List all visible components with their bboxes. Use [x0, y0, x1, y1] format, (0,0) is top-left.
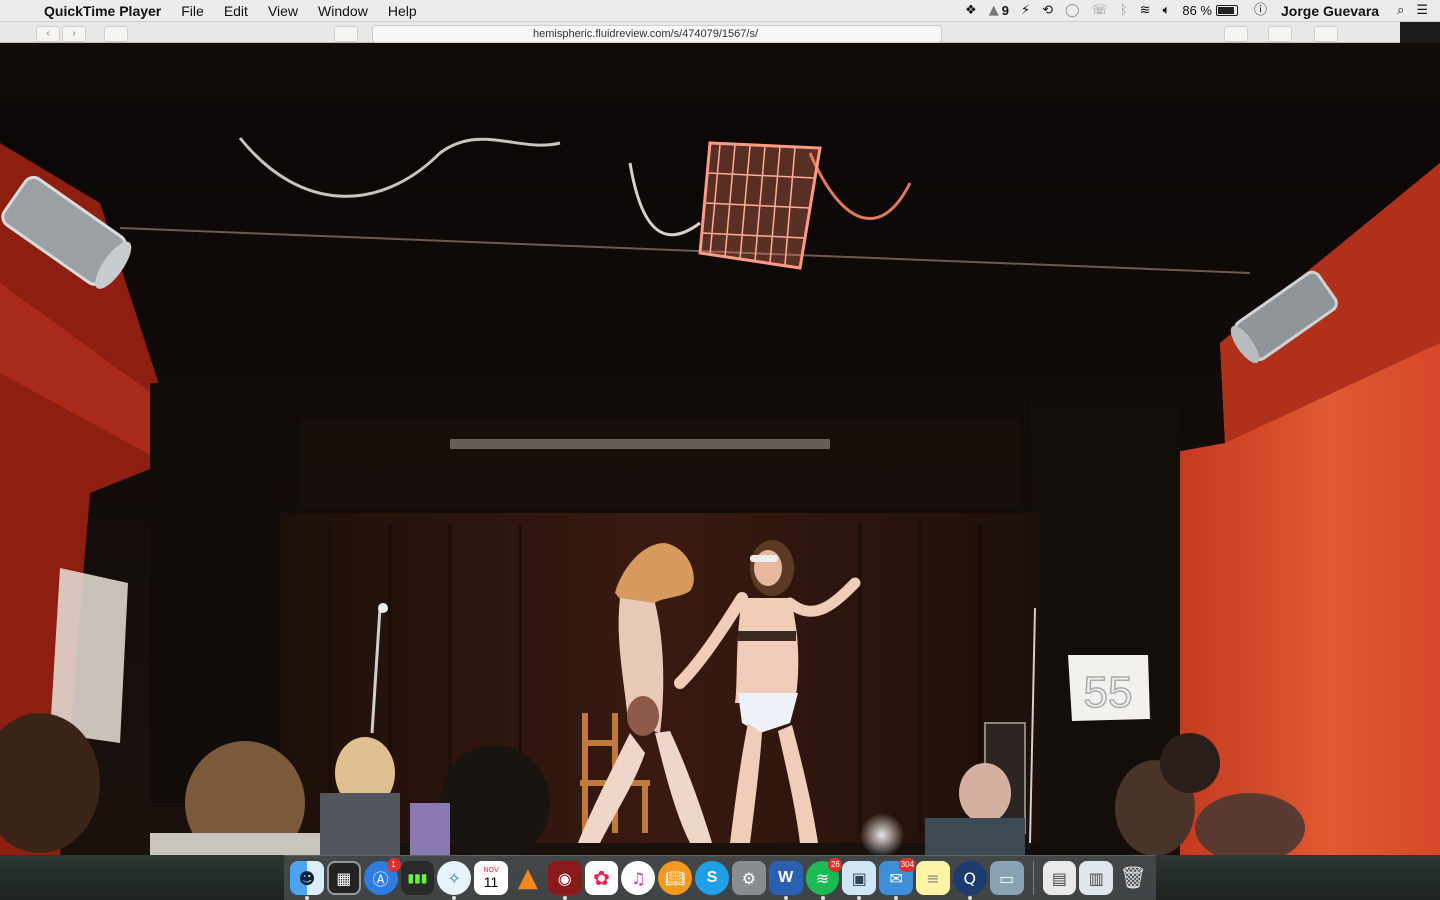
back-button[interactable]: ‹	[36, 26, 60, 42]
spotify-badge: 26	[828, 858, 843, 872]
menu-edit[interactable]: Edit	[214, 0, 258, 22]
privacy-icon[interactable]	[334, 26, 358, 42]
running-indicator	[820, 896, 825, 900]
running-indicator	[857, 896, 862, 900]
running-indicator	[894, 896, 899, 900]
time-machine-icon[interactable]: ⟲	[1036, 0, 1059, 22]
itunes-icon[interactable]: ♫	[621, 861, 656, 895]
phone-icon[interactable]: ☏	[1086, 0, 1114, 22]
menu-window[interactable]: Window	[308, 0, 378, 22]
spotify-icon[interactable]: ≋ 26	[805, 858, 843, 900]
battery-icon	[1215, 5, 1238, 16]
running-indicator	[967, 896, 972, 900]
left-pillar	[150, 383, 280, 803]
skype-icon[interactable]: S	[695, 861, 729, 895]
battery-percent: 86 %	[1182, 2, 1212, 18]
sign-number: 55	[1084, 668, 1133, 717]
url-field[interactable]: hemispheric.fluidreview.com/s/474079/156…	[372, 25, 942, 43]
battery-monitor-icon[interactable]: ▮▮▮	[400, 861, 435, 895]
left-banner	[50, 568, 128, 743]
word-icon[interactable]: W	[768, 861, 803, 900]
flash-icon[interactable]: ⚡	[1015, 0, 1036, 22]
preview-icon[interactable]: ▣	[842, 861, 877, 900]
volume-icon[interactable]: 🔈︎	[1157, 0, 1177, 22]
system-preferences-icon[interactable]: ⚙	[731, 861, 766, 895]
photo-booth-icon[interactable]: ◉	[547, 861, 582, 900]
tabs-button[interactable]	[1314, 26, 1338, 42]
video-viewport[interactable]: 55	[0, 43, 1440, 855]
safari-icon[interactable]: ✧	[437, 861, 472, 900]
adobe-status[interactable]: ▲ 9	[983, 0, 1015, 22]
mail-icon[interactable]: ✉ 304	[879, 858, 917, 900]
running-indicator	[562, 896, 567, 900]
bluetooth-icon[interactable]: ᛒ	[1114, 0, 1134, 22]
quicktime-icon[interactable]: Q	[952, 861, 987, 900]
mission-control-icon[interactable]: ▦	[326, 861, 361, 895]
adobe-icon: ▲	[988, 2, 999, 18]
documents-stack-icon[interactable]: ▤	[1042, 861, 1077, 895]
vlc-icon[interactable]: ▲	[511, 861, 545, 895]
calendar-icon[interactable]: NOV 11	[474, 861, 508, 895]
calendar-day: 11	[483, 873, 499, 890]
running-indicator	[783, 896, 788, 900]
info-icon[interactable]: ⓘ	[1248, 0, 1273, 22]
dock-separator	[1032, 861, 1034, 895]
app-store-icon[interactable]: Ⓐ 1	[363, 858, 401, 895]
forward-button[interactable]: ›	[62, 26, 86, 42]
running-indicator	[452, 896, 457, 900]
menu-help[interactable]: Help	[378, 0, 427, 22]
dock: ☻ ▦ Ⓐ 1 ▮▮▮ ✧ NOV 11 ▲ ◉ ✿ ♫ 📖︎ S ⚙ W ≋ 26…	[284, 855, 1156, 900]
finder-icon[interactable]: ☻	[290, 861, 324, 900]
calendar-month: NOV	[483, 866, 499, 874]
messages-icon[interactable]: ◯	[1059, 0, 1086, 22]
image-capture-icon[interactable]: ▭	[989, 861, 1024, 895]
photos-icon[interactable]: ✿	[584, 861, 619, 895]
notification-center-icon[interactable]: ☰	[1410, 0, 1440, 22]
background-browser-toolbar: ‹ › hemispheric.fluidreview.com/s/474079…	[0, 22, 1400, 43]
battery-status[interactable]: 86 %	[1176, 0, 1244, 22]
video-frame: 55	[0, 43, 1440, 855]
sidebar-button[interactable]	[104, 26, 128, 42]
number-sign: 55	[1068, 655, 1150, 721]
menu-file[interactable]: File	[171, 0, 214, 22]
user-name[interactable]: Jorge Guevara	[1273, 3, 1391, 19]
ibooks-icon[interactable]: 📖︎	[658, 861, 693, 895]
menu-bar: QuickTime Player File Edit View Window H…	[0, 0, 1440, 22]
adobe-count: 9	[1001, 2, 1009, 18]
app-store-badge: 1	[386, 858, 401, 872]
dropbox-icon[interactable]: ❖	[959, 0, 983, 22]
share-button[interactable]	[1268, 26, 1292, 42]
info-button[interactable]	[1224, 26, 1248, 42]
ceiling-beam	[0, 43, 1440, 103]
spotlight-search-icon[interactable]: ⌕	[1391, 0, 1410, 22]
wifi-icon[interactable]: ≋	[1134, 0, 1157, 22]
trash-icon[interactable]: 🗑︎	[1116, 861, 1150, 895]
mic-head	[378, 603, 388, 613]
notes-icon[interactable]: ≡	[916, 861, 950, 895]
mail-badge: 304	[898, 858, 917, 872]
hanging-basket	[698, 141, 822, 270]
running-indicator	[305, 896, 309, 900]
menu-view[interactable]: View	[258, 0, 308, 22]
floor-lamp-glow	[860, 813, 904, 855]
proscenium	[300, 418, 1020, 508]
app-menu-quicktime[interactable]: QuickTime Player	[40, 3, 171, 19]
downloads-stack-icon[interactable]: ▥	[1079, 861, 1114, 895]
